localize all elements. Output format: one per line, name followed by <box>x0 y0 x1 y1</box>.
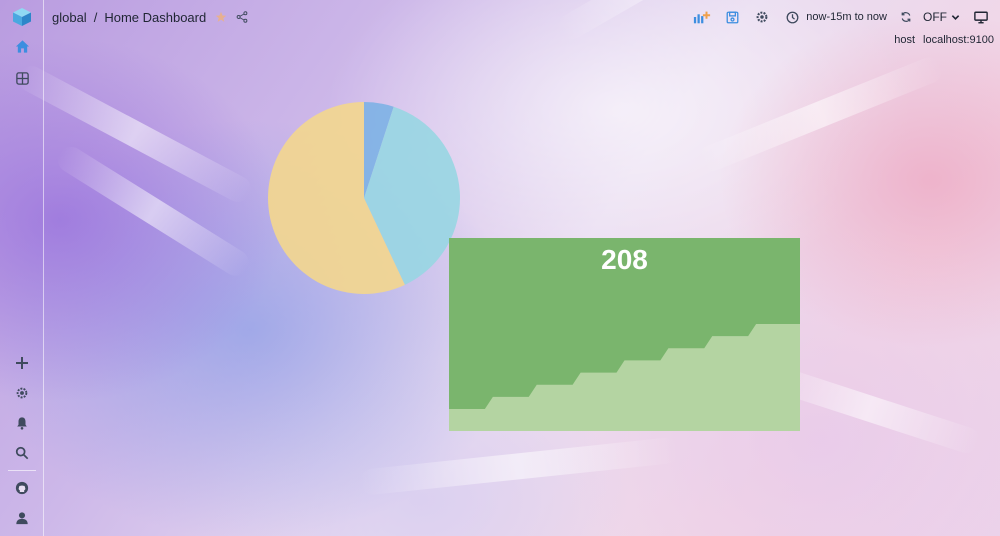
breadcrumb-folder[interactable]: global <box>52 10 87 25</box>
bell-icon[interactable] <box>10 411 34 435</box>
clock-icon[interactable] <box>783 8 801 26</box>
sidebar-divider <box>8 470 36 471</box>
sidebar <box>0 0 44 536</box>
bg-streak <box>358 436 680 496</box>
plus-icon[interactable] <box>10 351 34 375</box>
settings-gear-icon[interactable] <box>753 8 771 26</box>
breadcrumb: global / Home Dashboard <box>52 8 251 26</box>
chevron-down-icon[interactable] <box>950 8 960 26</box>
star-icon[interactable] <box>212 8 230 26</box>
pie-chart-panel <box>265 100 463 296</box>
variable-label: host <box>894 34 916 46</box>
stat-value: 208 <box>601 244 648 275</box>
refresh-icon[interactable] <box>897 8 915 26</box>
breadcrumb-separator: / <box>93 9 98 25</box>
share-icon[interactable] <box>233 8 251 26</box>
dashboards-icon[interactable] <box>10 66 34 90</box>
tv-mode-icon[interactable] <box>972 8 990 26</box>
sparkline-area <box>449 324 800 431</box>
home-icon[interactable] <box>10 34 34 58</box>
logo-cube-icon[interactable] <box>10 5 34 29</box>
add-panel-icon[interactable] <box>693 8 711 26</box>
bg-streak <box>53 141 254 281</box>
dashboard-toolbar: now-15m to now OFF <box>684 8 990 26</box>
bg-streak <box>695 53 946 176</box>
stat-panel[interactable]: 208 <box>449 238 800 431</box>
variable-value[interactable]: localhost:9100 <box>923 34 994 46</box>
refresh-interval-picker[interactable]: OFF <box>923 10 947 24</box>
save-icon[interactable] <box>723 8 741 26</box>
dashboard-title[interactable]: Home Dashboard <box>104 10 206 25</box>
pie-chart <box>268 102 461 294</box>
time-range-picker[interactable]: now-15m to now <box>806 11 887 23</box>
gear-icon[interactable] <box>10 381 34 405</box>
template-variables: host localhost:9100 <box>894 34 994 46</box>
search-icon[interactable] <box>10 441 34 465</box>
github-icon[interactable] <box>10 476 34 500</box>
user-icon[interactable] <box>10 506 34 530</box>
